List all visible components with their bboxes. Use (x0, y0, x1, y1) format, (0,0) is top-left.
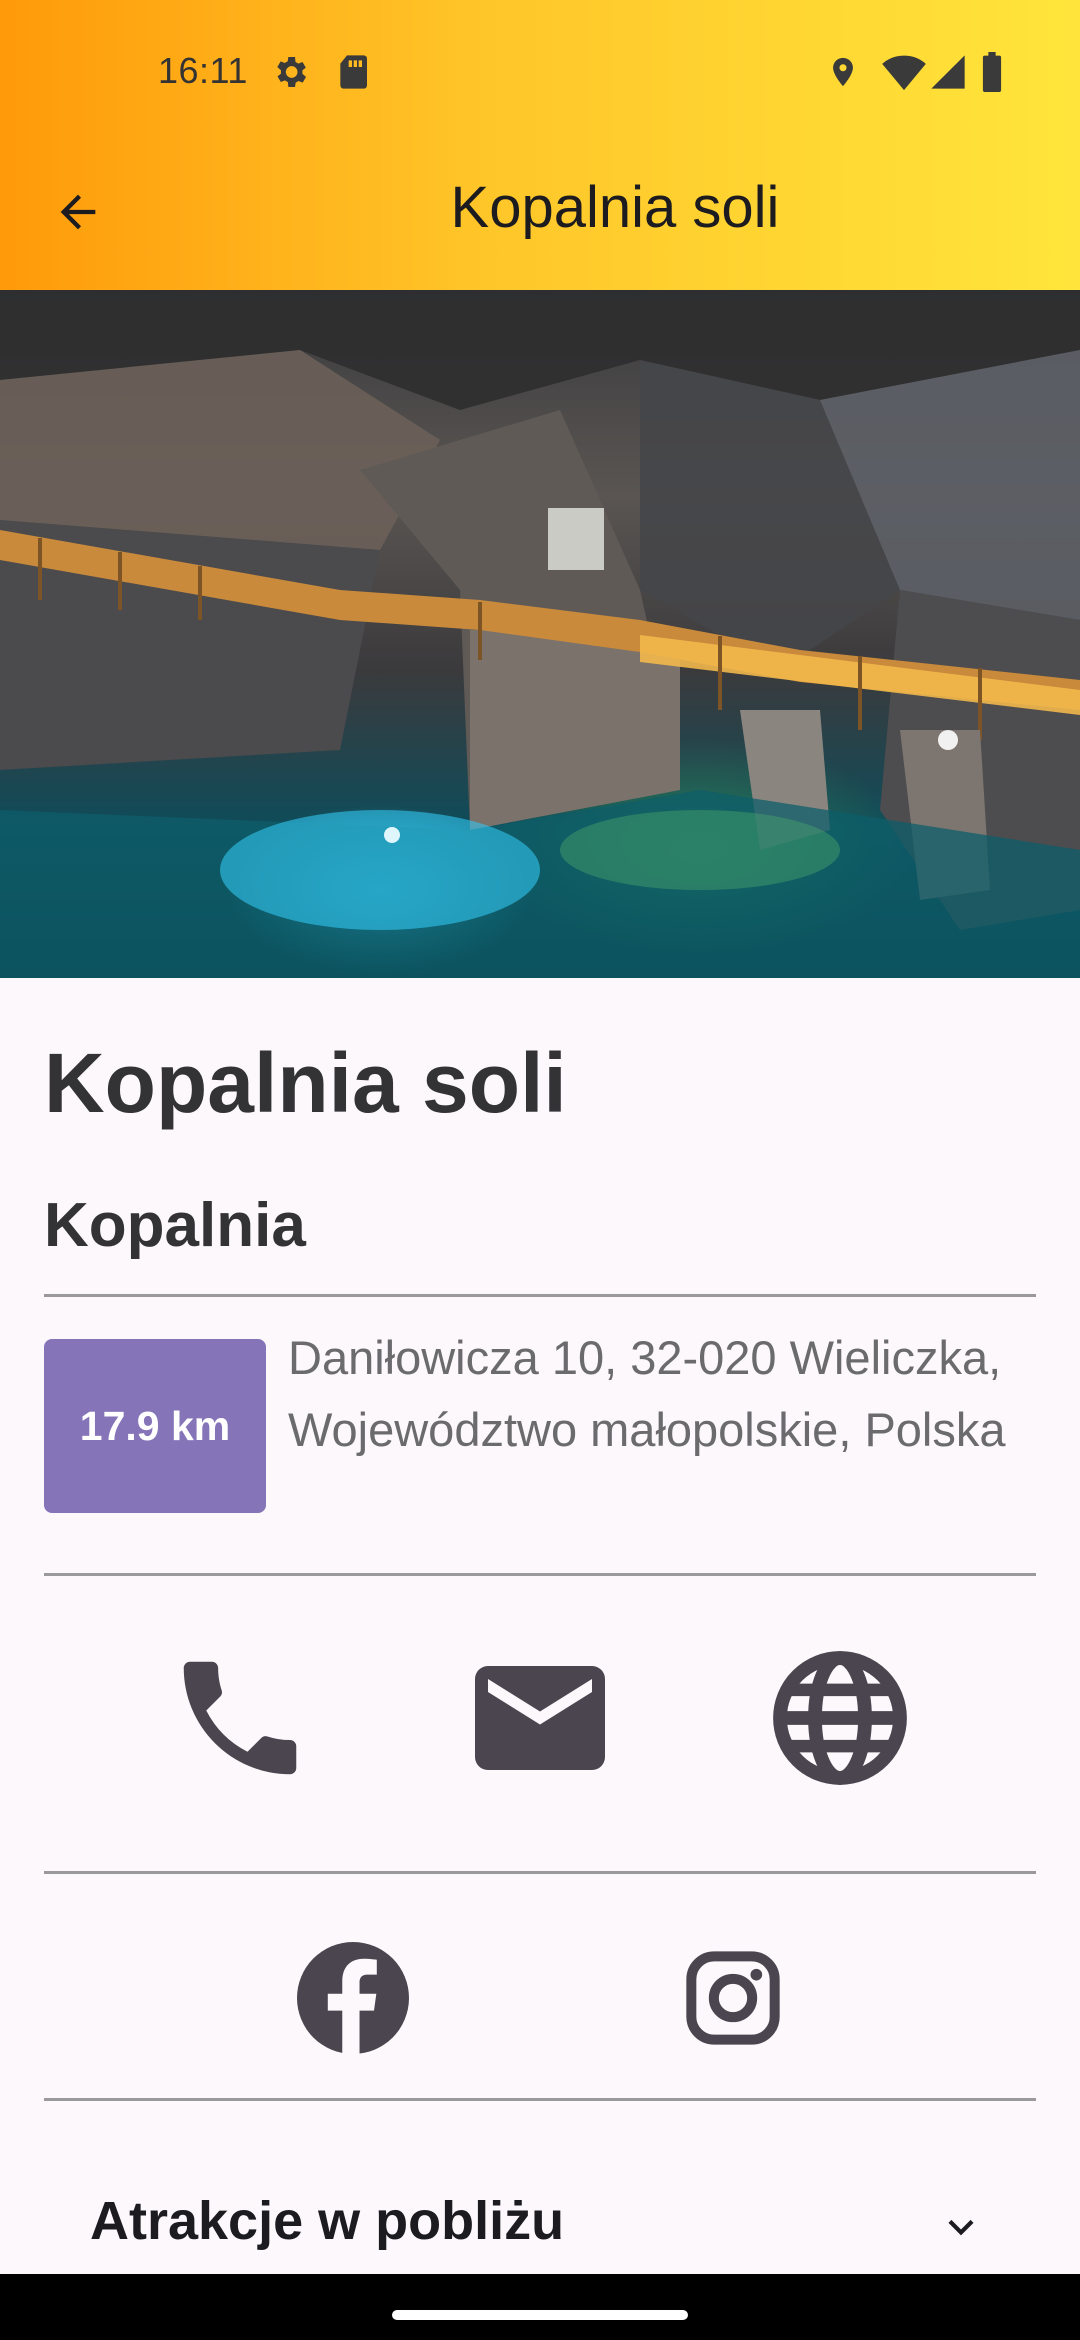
app-bar: Kopalnia soli (0, 150, 1080, 274)
facebook-button[interactable] (283, 1930, 423, 2070)
distance-badge: 17.9 km (44, 1339, 266, 1513)
phone-button[interactable] (160, 1640, 320, 1800)
facebook-icon (297, 1941, 409, 2059)
divider (44, 1871, 1036, 1874)
top-app-bar: 16:11 Kopalnia soli (0, 0, 1080, 290)
globe-icon (765, 1643, 915, 1798)
divider (44, 1573, 1036, 1576)
divider (44, 2098, 1036, 2101)
place-address[interactable]: Daniłowicza 10, 32-020 Wieliczka, Wojewó… (288, 1322, 1028, 1466)
nearby-attractions-label: Atrakcje w pobliżu (90, 2191, 565, 2251)
nearby-attractions-expander[interactable]: Atrakcje w pobliżu (0, 2180, 1080, 2276)
chevror-down-icon (936, 2202, 986, 2257)
email-icon (462, 1640, 618, 1801)
phone-icon (165, 1643, 315, 1798)
home-gesture-handle[interactable] (392, 2310, 688, 2320)
app-bar-title: Kopalnia soli (450, 175, 780, 240)
wifi-icon (882, 52, 926, 97)
battery-icon (980, 52, 1004, 97)
status-bar: 16:11 (0, 0, 1080, 140)
sd-card-icon (335, 52, 369, 97)
signal-icon (928, 52, 968, 97)
website-button[interactable] (760, 1640, 920, 1800)
place-title: Kopalnia soli (44, 1036, 567, 1130)
email-button[interactable] (460, 1640, 620, 1800)
instagram-icon (683, 1948, 783, 2053)
place-category: Kopalnia (44, 1191, 306, 1260)
place-photo (0, 290, 1080, 978)
divider (44, 1294, 1036, 1297)
location-icon (826, 52, 860, 97)
gear-icon (270, 52, 310, 97)
instagram-button[interactable] (663, 1930, 803, 2070)
system-navigation-bar (0, 2274, 1080, 2340)
status-time: 16:11 (158, 50, 248, 91)
